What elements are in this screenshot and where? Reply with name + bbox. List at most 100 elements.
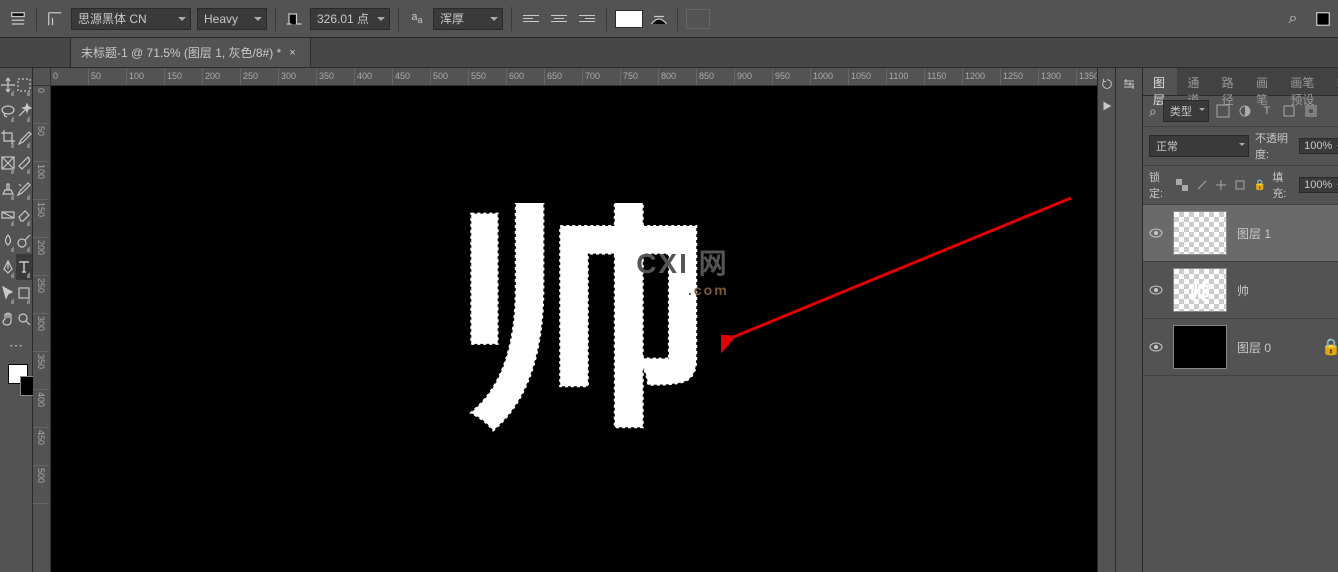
eyedropper-tool[interactable] xyxy=(16,124,32,150)
blend-mode-row: 正常 不透明度: 100% xyxy=(1143,127,1338,166)
tab-channels[interactable]: 通道 xyxy=(1177,68,1211,95)
canvas-area: 0501001502002503003504004505005506006507… xyxy=(33,68,1115,572)
layer-row[interactable]: 图层 1 xyxy=(1143,205,1338,262)
dodge-tool[interactable] xyxy=(16,228,32,254)
type-tool[interactable] xyxy=(16,254,32,280)
move-tool[interactable] xyxy=(0,72,16,98)
layer-row[interactable]: 帅帅 xyxy=(1143,262,1338,319)
tools-panel: ⋯ xyxy=(0,68,33,572)
visibility-toggle[interactable] xyxy=(1149,226,1163,240)
zoom-tool[interactable] xyxy=(16,306,32,332)
adjustments-icon[interactable] xyxy=(1121,76,1137,92)
panel-tabs: 图层 通道 路径 画笔 画笔预设 ≡ xyxy=(1143,68,1338,96)
annotation-arrow xyxy=(721,188,1081,388)
path-selection-tool[interactable] xyxy=(0,280,16,306)
tab-brush-presets[interactable]: 画笔预设 xyxy=(1280,68,1329,95)
lasso-tool[interactable] xyxy=(0,98,16,124)
lock-position-icon[interactable] xyxy=(1214,177,1227,193)
divider xyxy=(275,7,276,31)
tool-preset-icon[interactable] xyxy=(8,9,28,29)
gradient-tool[interactable] xyxy=(0,202,16,228)
font-size-dropdown[interactable]: 326.01 点 xyxy=(310,8,390,30)
lock-all-icon[interactable]: 🔒 xyxy=(1253,177,1266,193)
tab-paths[interactable]: 路径 xyxy=(1212,68,1246,95)
collapsed-panel-strip xyxy=(1115,68,1143,572)
vertical-ruler[interactable]: 050100150200250300350400450500 xyxy=(33,86,51,572)
lock-artboard-icon[interactable] xyxy=(1234,177,1247,193)
layer-thumbnail[interactable] xyxy=(1173,325,1227,369)
shape-tool[interactable] xyxy=(16,280,32,306)
pen-tool[interactable] xyxy=(0,254,16,280)
divider xyxy=(511,7,512,31)
align-center-button[interactable] xyxy=(548,9,570,29)
brush-tool[interactable] xyxy=(16,150,32,176)
layer-name[interactable]: 帅 xyxy=(1237,282,1249,299)
visibility-toggle[interactable] xyxy=(1149,340,1163,354)
canvas[interactable]: 帅 CXI 网 .com xyxy=(51,86,1115,572)
align-right-button[interactable] xyxy=(576,9,598,29)
character-panel-toggle[interactable] xyxy=(686,9,710,29)
history-icon[interactable] xyxy=(1099,76,1115,92)
panel-menu-icon[interactable]: ≡ xyxy=(1329,68,1338,95)
document-tabs: 未标题-1 @ 71.5% (图层 1, 灰色/8#) * × xyxy=(0,38,1338,68)
search-icon[interactable]: ⌕ xyxy=(1283,9,1303,29)
font-family-dropdown[interactable]: 思源黑体 CN xyxy=(71,8,191,30)
search-icon[interactable]: ⌕ xyxy=(1149,103,1157,120)
magic-wand-tool[interactable] xyxy=(16,98,32,124)
fill-input[interactable]: 100% xyxy=(1299,177,1338,193)
fill-label: 填充: xyxy=(1272,169,1293,201)
watermark: CXI 网 .com xyxy=(636,242,728,298)
blur-tool[interactable] xyxy=(0,228,16,254)
lock-icon: 🔒 xyxy=(1321,337,1338,357)
filter-type-icon[interactable]: T xyxy=(1259,103,1275,119)
eraser-tool[interactable] xyxy=(16,202,32,228)
font-family-value: 思源黑体 CN xyxy=(78,10,147,27)
close-icon[interactable]: × xyxy=(289,47,295,59)
marquee-tool[interactable] xyxy=(16,72,32,98)
foreground-background-colors[interactable] xyxy=(0,358,32,398)
align-left-button[interactable] xyxy=(520,9,542,29)
clone-stamp-tool[interactable] xyxy=(0,176,16,202)
history-brush-tool[interactable] xyxy=(16,176,32,202)
layer-row[interactable]: 图层 0 🔒 xyxy=(1143,319,1338,376)
antialias-icon: aa xyxy=(407,9,427,29)
edit-toolbar[interactable]: ⋯ xyxy=(0,332,32,358)
filter-smart-icon[interactable] xyxy=(1303,103,1319,119)
divider xyxy=(677,7,678,31)
opacity-label: 不透明度: xyxy=(1255,130,1293,162)
filter-kind-dropdown[interactable]: 类型 xyxy=(1163,100,1209,122)
text-color-swatch[interactable] xyxy=(615,10,643,28)
tab-brushes[interactable]: 画笔 xyxy=(1246,68,1280,95)
options-bar: 思源黑体 CN Heavy 326.01 点 aa 浑厚 xyxy=(0,0,1338,38)
frame-tool[interactable] xyxy=(0,150,16,176)
divider xyxy=(398,7,399,31)
lock-transparent-icon[interactable] xyxy=(1176,177,1189,193)
layer-name[interactable]: 图层 1 xyxy=(1237,225,1271,242)
font-weight-value: Heavy xyxy=(204,12,238,26)
opacity-input[interactable]: 100% xyxy=(1299,138,1338,154)
visibility-toggle[interactable] xyxy=(1149,283,1163,297)
layer-thumbnail[interactable] xyxy=(1173,211,1227,255)
layer-thumbnail[interactable]: 帅 xyxy=(1173,268,1227,312)
divider xyxy=(36,7,37,31)
document-tab[interactable]: 未标题-1 @ 71.5% (图层 1, 灰色/8#) * × xyxy=(70,37,311,67)
filter-shape-icon[interactable] xyxy=(1281,103,1297,119)
warp-text-icon[interactable] xyxy=(649,9,669,29)
horizontal-ruler[interactable]: 0501001502002503003504004505005506006507… xyxy=(33,68,1115,86)
layer-filter-row: ⌕ 类型 T xyxy=(1143,96,1338,127)
layer-name[interactable]: 图层 0 xyxy=(1237,339,1271,356)
text-orientation-icon[interactable] xyxy=(45,9,65,29)
canvas-right-controls xyxy=(1097,68,1115,572)
tab-layers[interactable]: 图层 xyxy=(1143,68,1177,95)
share-icon[interactable] xyxy=(1313,9,1333,29)
filter-pixel-icon[interactable] xyxy=(1215,103,1231,119)
filter-adjustment-icon[interactable] xyxy=(1237,103,1253,119)
blend-mode-dropdown[interactable]: 正常 xyxy=(1149,135,1249,157)
hand-tool[interactable] xyxy=(0,306,16,332)
antialias-dropdown[interactable]: 浑厚 xyxy=(433,8,503,30)
play-icon[interactable] xyxy=(1099,98,1115,114)
font-weight-dropdown[interactable]: Heavy xyxy=(197,8,267,30)
layers-list: 图层 1 帅帅图层 0 🔒 xyxy=(1143,205,1338,572)
lock-pixels-icon[interactable] xyxy=(1195,177,1208,193)
crop-tool[interactable] xyxy=(0,124,16,150)
